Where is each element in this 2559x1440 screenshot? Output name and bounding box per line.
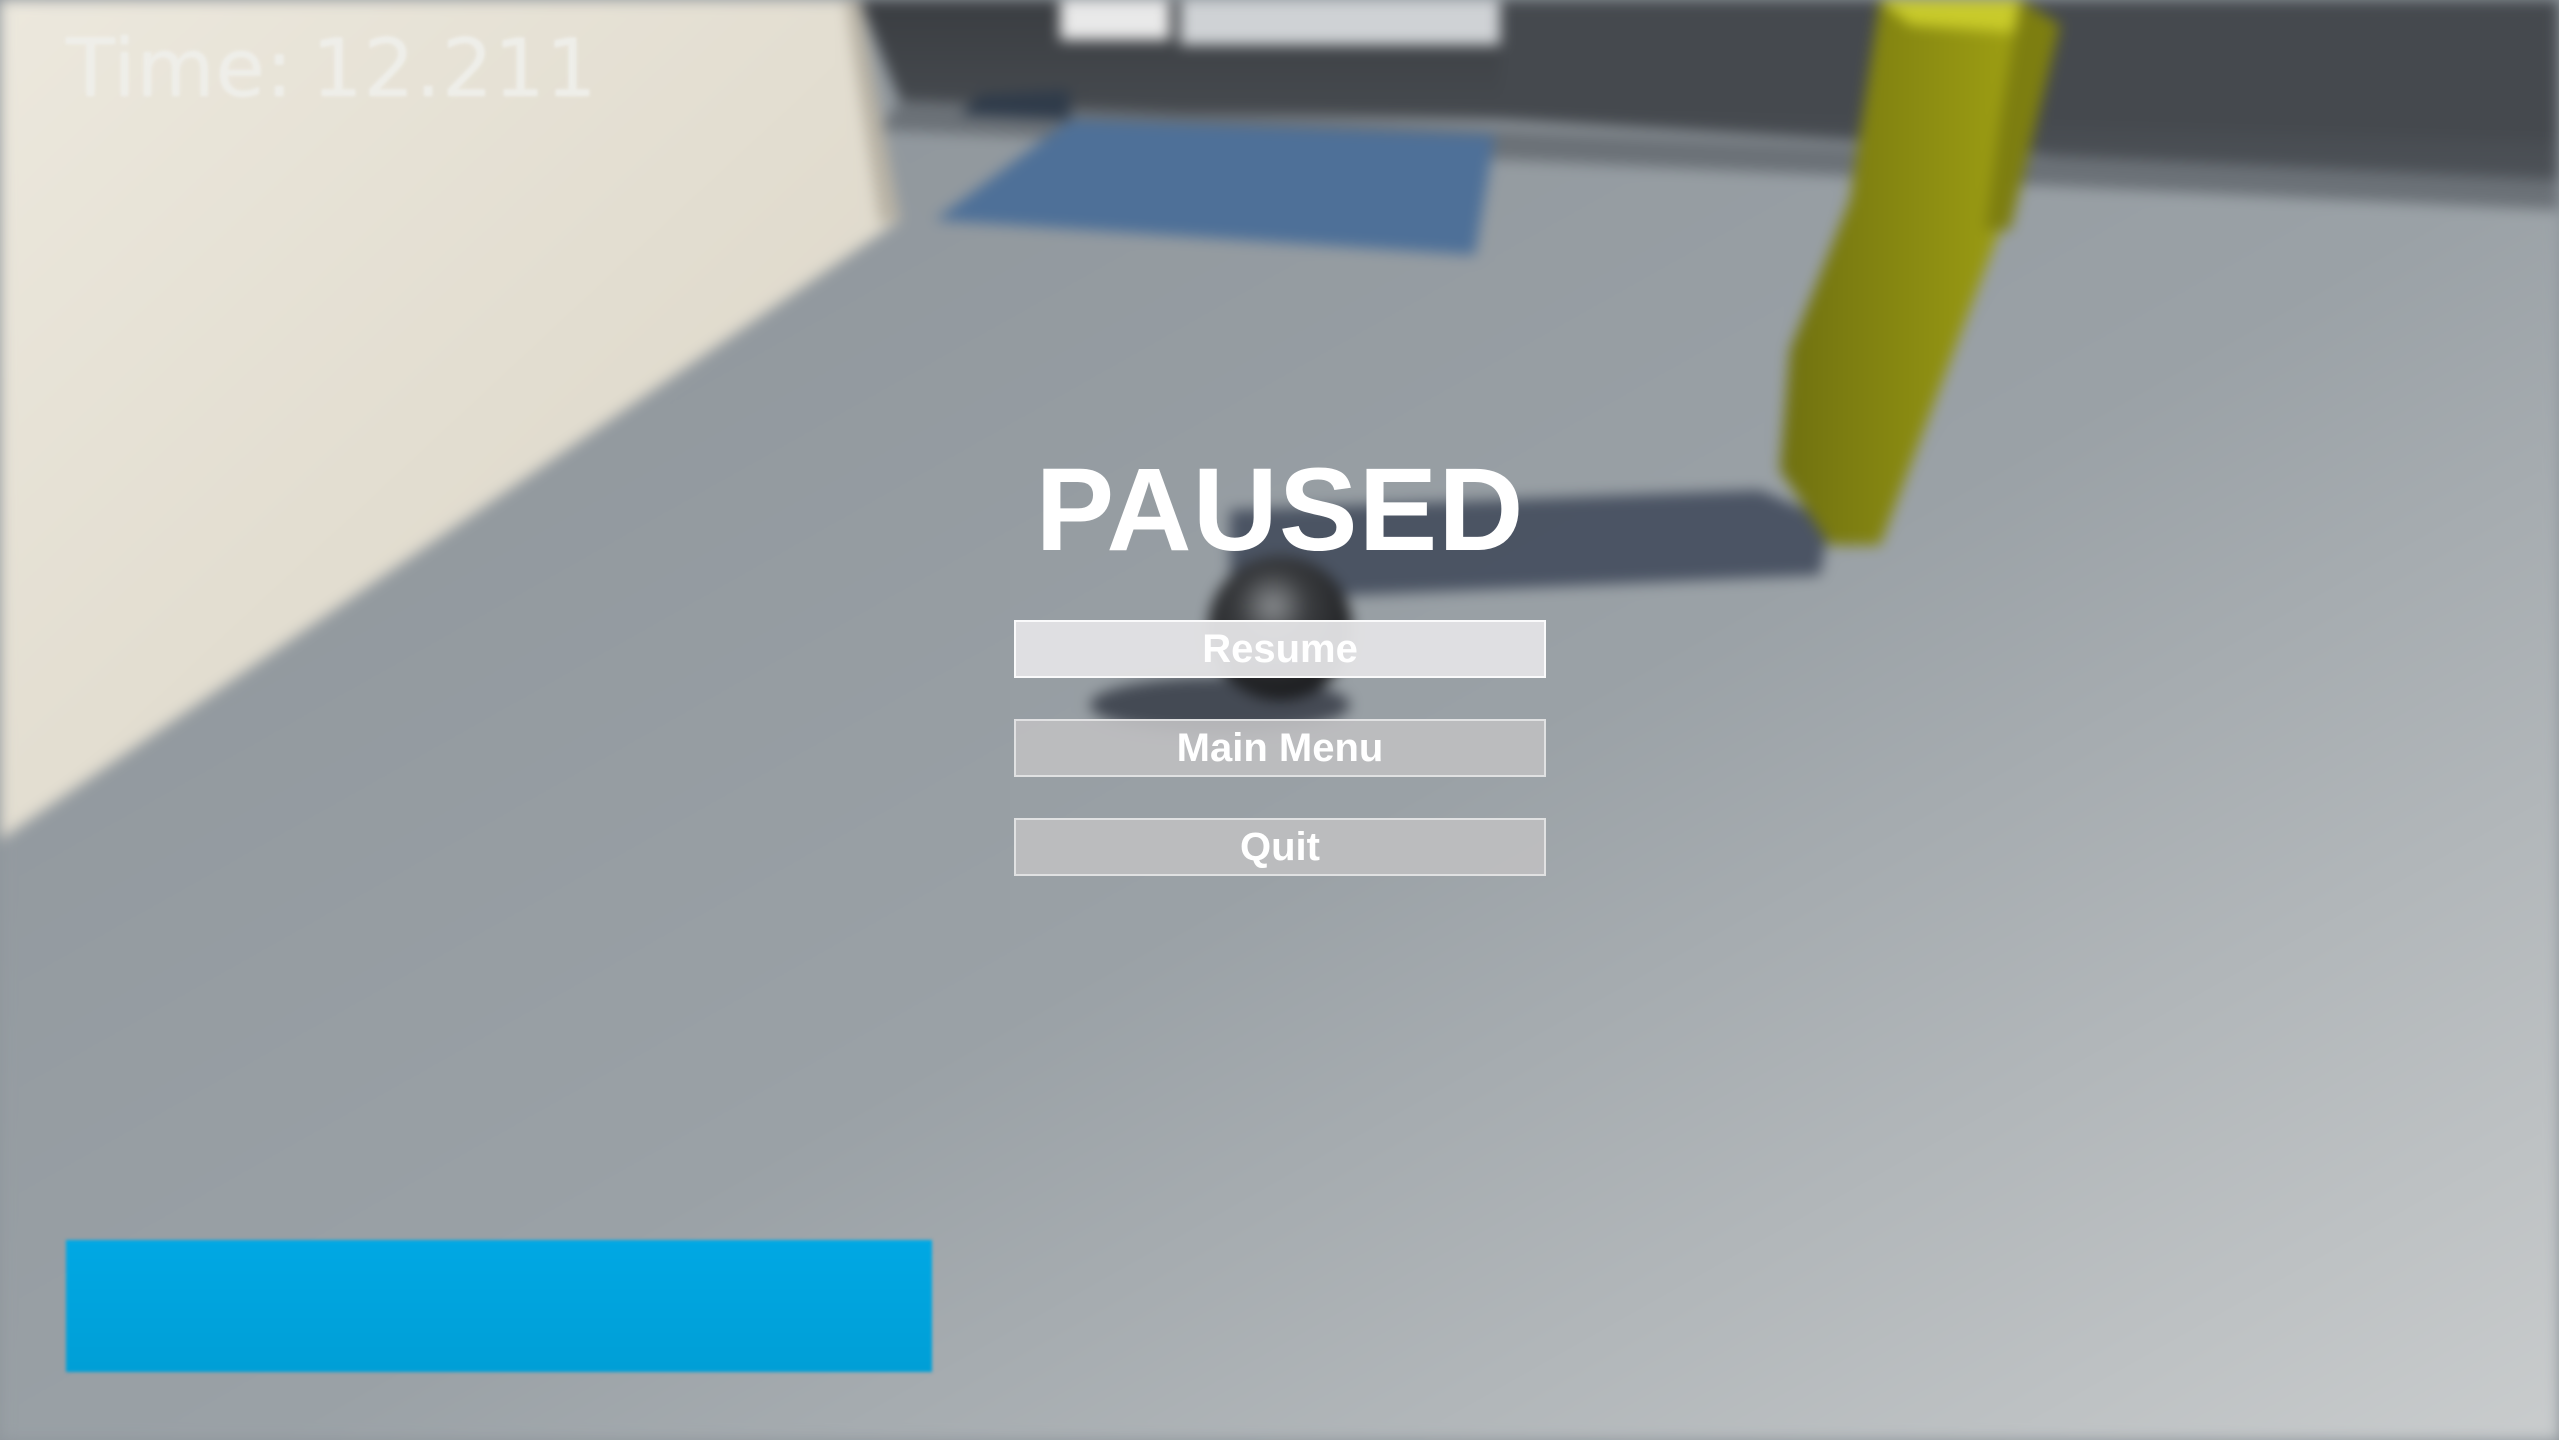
- game-viewport: Time: 12.211 PAUSED Resume Main Menu Qui…: [0, 0, 2559, 1440]
- quit-button[interactable]: Quit: [1014, 818, 1546, 876]
- health-bar: [66, 1240, 932, 1372]
- main-menu-button[interactable]: Main Menu: [1014, 719, 1546, 777]
- pause-menu: PAUSED Resume Main Menu Quit: [1012, 440, 1548, 917]
- health-bar-fill: [66, 1240, 932, 1372]
- timer-display: Time: 12.211: [66, 18, 598, 118]
- pause-title: PAUSED: [1035, 444, 1525, 576]
- resume-button[interactable]: Resume: [1014, 620, 1546, 678]
- timer-label: Time:: [66, 21, 294, 115]
- timer-value: 12.211: [311, 21, 598, 115]
